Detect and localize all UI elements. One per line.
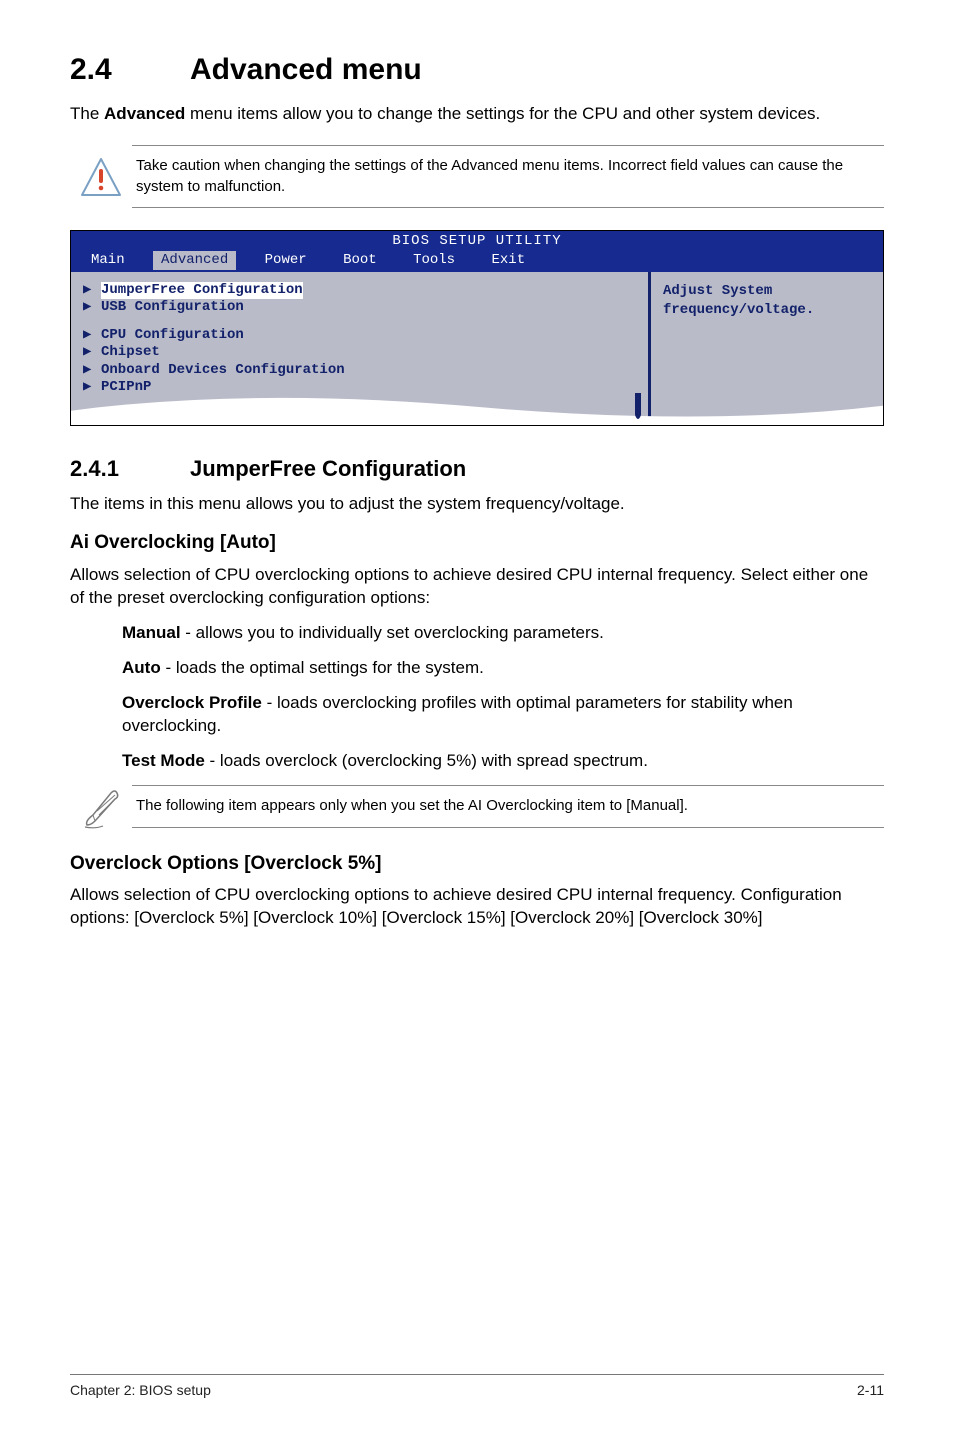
note-icon [70,785,132,829]
bios-item-label: USB Configuration [101,299,244,317]
ai-overclocking-heading: Ai Overclocking [Auto] [70,530,884,556]
footer-left: Chapter 2: BIOS setup [70,1381,211,1400]
bios-tab-exit: Exit [484,251,534,270]
opt-auto: Auto - loads the optimal settings for th… [122,657,884,680]
page-footer: Chapter 2: BIOS setup 2-11 [70,1374,884,1400]
caution-callout: Take caution when changing the settings … [70,145,884,208]
section-number: 2.4 [70,50,190,91]
bios-right-pane: Adjust System frequency/voltage. [648,272,883,425]
note-text: The following item appears only when you… [132,785,884,827]
opt-manual: Manual - allows you to individually set … [122,622,884,645]
opt-desc: - loads overclock (overclocking 5%) with… [205,751,648,770]
triangle-icon: ▶ [83,344,101,362]
bios-help-line2: frequency/voltage. [663,301,871,320]
opt-name: Auto [122,658,161,677]
bios-tab-advanced: Advanced [153,251,236,270]
bios-item-label: CPU Configuration [101,327,244,345]
caution-text: Take caution when changing the settings … [132,145,884,208]
bios-item-jumperfree: ▶JumperFree Configuration [83,282,636,300]
intro-bold: Advanced [104,104,185,123]
section-heading: 2.4Advanced menu [70,50,884,91]
subsection-heading: 2.4.1JumperFree Configuration [70,454,884,484]
ai-overclocking-body: Allows selection of CPU overclocking opt… [70,564,884,610]
bios-item-label: PCIPnP [101,379,151,397]
bios-help-line1: Adjust System [663,282,871,301]
triangle-icon: ▶ [83,327,101,345]
bios-menu-bar: Main Advanced Power Boot Tools Exit [71,251,883,272]
opt-desc: - allows you to individually set overclo… [181,623,604,642]
bios-left-pane: ▶JumperFree Configuration ▶USB Configura… [71,272,648,425]
section-title-text: Advanced menu [190,53,422,86]
bios-title: BIOS SETUP UTILITY [71,231,883,251]
section-intro: The Advanced menu items allow you to cha… [70,103,884,126]
bios-tab-main: Main [83,251,133,270]
triangle-icon: ▶ [83,282,101,300]
bios-item-usb: ▶USB Configuration [83,299,636,317]
bios-item-label: JumperFree Configuration [101,282,303,300]
bios-item-chipset: ▶Chipset [83,344,636,362]
intro-post: menu items allow you to change the setti… [185,104,820,123]
bios-tab-power: Power [257,251,315,270]
note-callout: The following item appears only when you… [70,785,884,829]
opt-overclock-profile: Overclock Profile - loads overclocking p… [122,692,884,738]
subsection-intro: The items in this menu allows you to adj… [70,493,884,516]
subsection-title-text: JumperFree Configuration [190,456,466,481]
overclock-options-body: Allows selection of CPU overclocking opt… [70,884,884,930]
triangle-icon: ▶ [83,379,101,397]
opt-name: Overclock Profile [122,693,262,712]
bios-item-onboard: ▶Onboard Devices Configuration [83,362,636,380]
footer-right: 2-11 [857,1381,884,1400]
opt-desc: - loads the optimal settings for the sys… [161,658,484,677]
opt-test-mode: Test Mode - loads overclock (overclockin… [122,750,884,773]
bios-screenshot: BIOS SETUP UTILITY Main Advanced Power B… [70,230,884,426]
triangle-icon: ▶ [83,362,101,380]
bios-item-label: Chipset [101,344,160,362]
overclock-options-list: Manual - allows you to individually set … [122,622,884,773]
bios-item-pcipnp: ▶PCIPnP [83,379,636,397]
overclock-options-heading: Overclock Options [Overclock 5%] [70,851,884,877]
bios-tab-tools: Tools [405,251,463,270]
bios-gap [83,317,636,327]
caution-icon [70,157,132,197]
opt-name: Test Mode [122,751,205,770]
bios-item-cpu: ▶CPU Configuration [83,327,636,345]
triangle-icon: ▶ [83,299,101,317]
intro-pre: The [70,104,104,123]
bios-item-label: Onboard Devices Configuration [101,362,345,380]
opt-name: Manual [122,623,181,642]
subsection-number: 2.4.1 [70,454,190,484]
bios-tab-boot: Boot [335,251,385,270]
